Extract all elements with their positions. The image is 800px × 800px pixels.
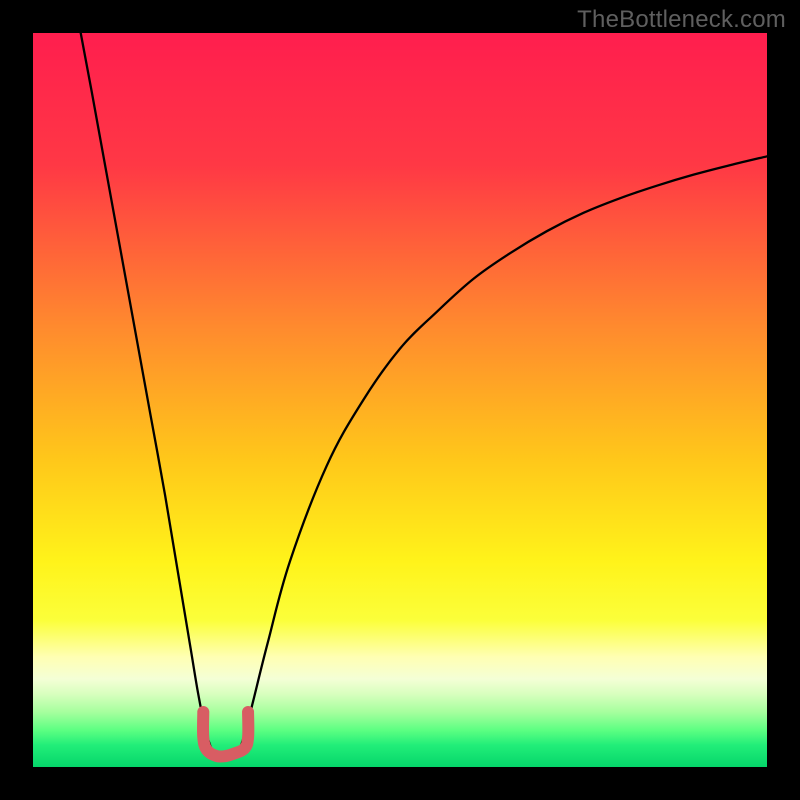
chart-frame: TheBottleneck.com [0,0,800,800]
plot-area [33,33,767,767]
left-curve [81,33,212,749]
right-curve [240,156,767,748]
curves-layer [33,33,767,767]
watermark-text: TheBottleneck.com [577,6,786,34]
u-marker [203,712,248,757]
